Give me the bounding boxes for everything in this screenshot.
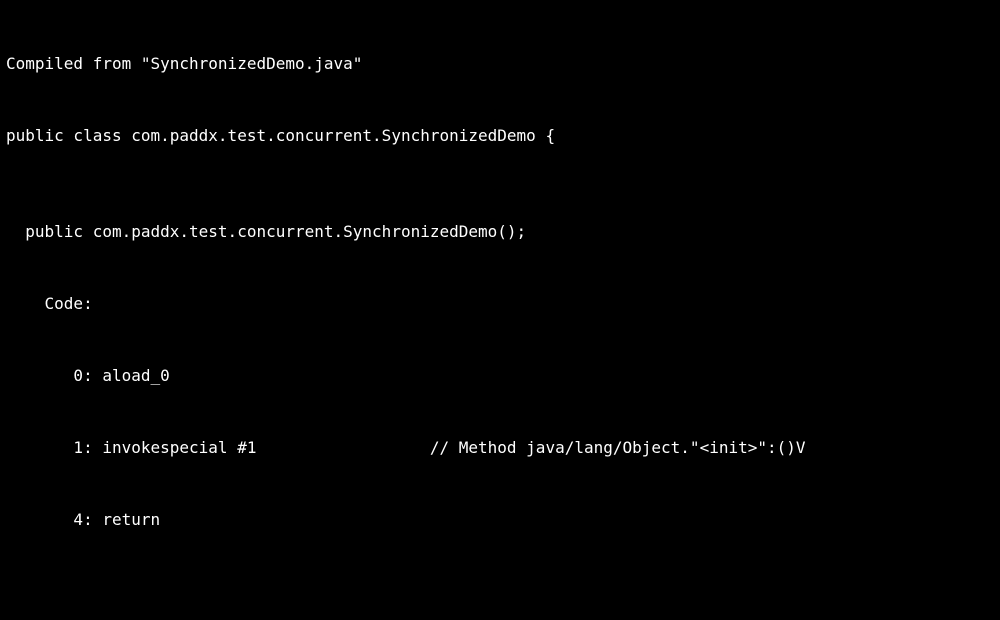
bytecode-line: 4: return <box>6 508 994 532</box>
text: Compiled from "SynchronizedDemo.java" <box>6 54 362 73</box>
blank-line <box>6 604 994 620</box>
text: 1: invokespecial #1 // Method java/lang/… <box>6 438 806 457</box>
text: 4: return <box>6 510 160 529</box>
text: 0: aload_0 <box>6 366 170 385</box>
text: public com.paddx.test.concurrent.Synchro… <box>6 222 526 241</box>
text <box>6 606 16 620</box>
compiled-from-line: Compiled from "SynchronizedDemo.java" <box>6 52 994 76</box>
bytecode-line: 1: invokespecial #1 // Method java/lang/… <box>6 436 994 460</box>
class-declaration: public class com.paddx.test.concurrent.S… <box>6 124 994 148</box>
code-label: Code: <box>6 292 994 316</box>
bytecode-line: 0: aload_0 <box>6 364 994 388</box>
ctor-signature: public com.paddx.test.concurrent.Synchro… <box>6 220 994 244</box>
terminal-output: Compiled from "SynchronizedDemo.java" pu… <box>0 0 1000 620</box>
text: public class com.paddx.test.concurrent.S… <box>6 126 555 145</box>
text: Code: <box>6 294 93 313</box>
